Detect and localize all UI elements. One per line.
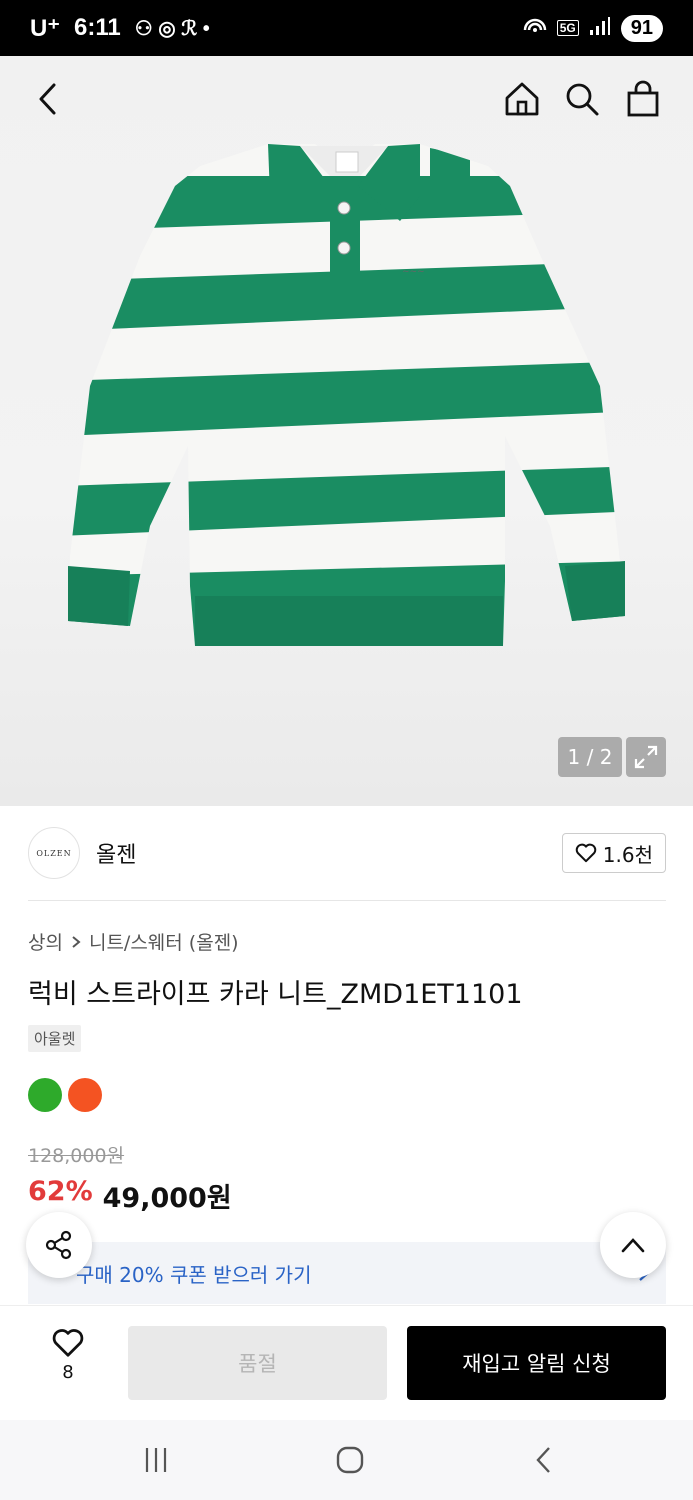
original-price: 128,000원 — [28, 1145, 125, 1167]
brand-name[interactable]: 올젠 — [96, 837, 136, 869]
back-nav-icon — [536, 1447, 550, 1473]
chevron-up-icon — [621, 1238, 645, 1253]
recent-apps-button[interactable] — [136, 1440, 176, 1480]
coupon-banner[interactable]: 구매 20% 쿠폰 받으러 가기 — [28, 1242, 666, 1304]
chevron-left-icon — [39, 83, 56, 115]
share-icon — [45, 1230, 72, 1260]
wishlist-button[interactable]: 8 — [28, 1328, 108, 1383]
back-button[interactable] — [24, 75, 72, 123]
network-label: 5G — [556, 20, 579, 36]
chevron-right-icon — [72, 935, 81, 948]
share-button[interactable] — [26, 1212, 92, 1278]
wishlist-count: 8 — [62, 1362, 74, 1383]
product-title: 럭비 스트라이프 카라 니트_ZMD1ET1101 — [28, 979, 523, 1010]
heart-icon — [575, 843, 597, 863]
breadcrumb: 상의 니트/스웨터 (올젠) — [28, 928, 239, 955]
color-swatch-green[interactable] — [28, 1078, 62, 1112]
discount-rate: 62% — [28, 1176, 93, 1207]
breadcrumb-subcategory[interactable]: 니트/스웨터 (올젠) — [89, 928, 239, 955]
soldout-button: 품절 — [128, 1326, 387, 1400]
brand-like-button[interactable]: 1.6천 — [561, 833, 666, 873]
search-icon — [566, 83, 599, 116]
home-icon — [505, 82, 539, 116]
cart-button[interactable] — [619, 75, 667, 123]
expand-button[interactable] — [626, 737, 666, 777]
image-counter: 1 / 2 — [558, 737, 622, 777]
home-button[interactable] — [498, 75, 546, 123]
outlet-tag: 아울렛 — [28, 1025, 82, 1052]
breadcrumb-category[interactable]: 상의 — [28, 928, 63, 955]
heart-icon — [52, 1329, 84, 1357]
restock-alert-button[interactable]: 재입고 알림 신청 — [407, 1326, 666, 1400]
brand-logo[interactable]: OLZEN — [28, 827, 80, 879]
price-row: 62% 49,000원 — [28, 1176, 232, 1215]
svg-text:~~~: ~~~ — [402, 267, 425, 277]
coupon-label: 구매 20% 쿠폰 받으러 가기 — [76, 1262, 312, 1287]
status-bar: U⁺ 6:11 ⚇ ◎ ℛ • 5G 91 — [0, 0, 693, 56]
sale-price: 49,000원 — [102, 1183, 232, 1214]
product-image: ~~~ — [68, 144, 625, 646]
back-nav-button[interactable] — [524, 1440, 564, 1480]
color-swatch-orange[interactable] — [68, 1078, 102, 1112]
expand-icon — [634, 745, 658, 769]
home-circle-icon — [336, 1446, 364, 1474]
scroll-top-button[interactable] — [600, 1212, 666, 1278]
signal-icon — [589, 16, 611, 41]
bottom-action-bar: 8 품절 재입고 알림 신청 — [0, 1305, 693, 1420]
home-nav-button[interactable] — [330, 1440, 370, 1480]
shopping-bag-icon — [627, 80, 659, 117]
search-button[interactable] — [558, 75, 606, 123]
divider — [28, 900, 666, 901]
brand-row: OLZEN 올젠 1.6천 — [28, 826, 666, 880]
notification-icons: ⚇ ◎ ℛ • — [134, 17, 210, 40]
carrier: U⁺ — [30, 14, 60, 42]
product-gallery[interactable]: ~~~ 1 / 2 — [0, 56, 693, 806]
recent-apps-icon — [145, 1448, 167, 1472]
hotspot-icon — [523, 14, 547, 43]
battery-level: 91 — [620, 14, 663, 42]
clock: 6:11 — [74, 14, 121, 41]
system-nav-bar — [0, 1420, 693, 1500]
brand-like-count: 1.6천 — [602, 842, 653, 867]
